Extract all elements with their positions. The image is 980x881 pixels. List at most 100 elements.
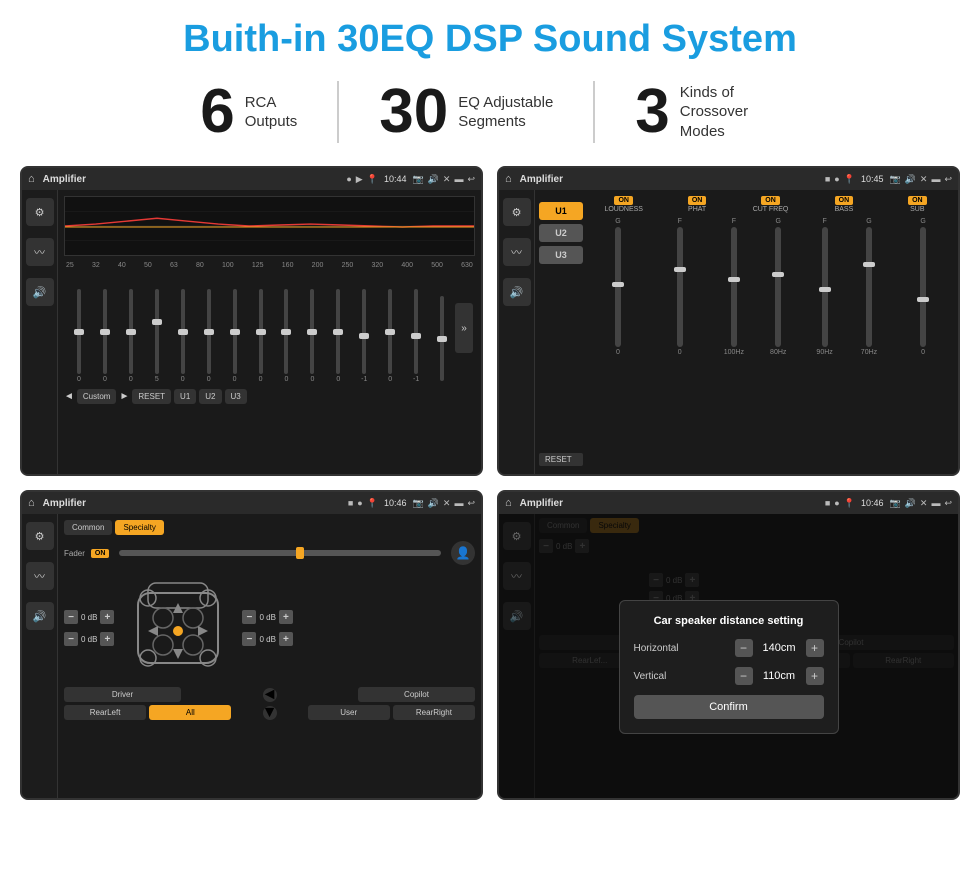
eq-slider-125[interactable]: 0 [248,289,274,383]
rearleft-btn[interactable]: RearLeft [64,705,146,720]
all-btn[interactable]: All [149,705,231,720]
eq-slider-50[interactable]: 5 [144,289,170,383]
volume-icon-4: 🔊 [905,498,916,509]
minimize-icon[interactable]: ▬ [454,174,463,184]
topbar-time-3: 10:46 [384,498,407,508]
reset-btn[interactable]: RESET [132,389,171,404]
home-icon-3[interactable]: ⌂ [28,497,35,509]
eq-slider-63[interactable]: 0 [170,289,196,383]
back-icon[interactable]: ↩ [467,174,475,185]
eq-slider-400[interactable]: 0 [377,289,403,383]
back-icon-4[interactable]: ↩ [944,498,952,509]
close-icon-3[interactable]: ✕ [443,498,451,509]
common-tab[interactable]: Common [64,520,112,535]
pin-icon: 📍 [367,174,378,185]
fader-sidebar-btn1[interactable]: ⚙ [26,522,54,550]
home-icon-4[interactable]: ⌂ [505,497,512,509]
eq-slider-250[interactable]: 0 [325,289,351,383]
topbar-time-2: 10:45 [861,174,884,184]
stats-row: 6 RCAOutputs 30 EQ AdjustableSegments 3 … [0,71,980,158]
minimize-icon-3[interactable]: ▬ [454,498,463,508]
stat-rca-label: RCAOutputs [245,93,298,132]
record-icon-2: ■ [825,174,830,184]
fader-sidebar-btn2[interactable]: 〰 [26,562,54,590]
eq-slider-630[interactable] [429,296,455,383]
close-icon[interactable]: ✕ [443,174,451,185]
fader-on-badge[interactable]: ON [91,549,110,558]
minimize-icon-4[interactable]: ▬ [931,498,940,508]
rearright-btn[interactable]: RearRight [393,705,475,720]
topbar-title-2: Amplifier [520,174,821,185]
rl-minus[interactable]: − [64,632,78,646]
eq-bottom-bar: ◄ Custom ► RESET U1 U2 U3 [64,389,475,404]
u2-btn[interactable]: U2 [199,389,221,404]
horizontal-value: 140cm [757,642,802,654]
rr-plus[interactable]: + [279,632,293,646]
eq-slider-40[interactable]: 0 [118,289,144,383]
fader-knob[interactable]: 👤 [451,541,475,565]
eq-sidebar-btn1[interactable]: ⚙ [26,198,54,226]
rr-minus[interactable]: − [242,632,256,646]
u1-btn[interactable]: U1 [174,389,196,404]
close-icon-2[interactable]: ✕ [920,174,928,185]
u3-button[interactable]: U3 [539,246,583,264]
eq-slider-200[interactable]: 0 [299,289,325,383]
eq-slider-500[interactable]: -1 [403,289,429,383]
topbar-title-4: Amplifier [520,498,821,509]
eq-slider-160[interactable]: 0 [274,289,300,383]
specialty-tab[interactable]: Specialty [115,520,163,535]
left-arrow-btn[interactable]: ◄ [263,688,277,702]
eq-sidebar-btn3[interactable]: 🔊 [26,278,54,306]
phat-on[interactable]: ON [688,196,707,205]
eq-sidebar-btn2[interactable]: 〰 [26,238,54,266]
down-arrow-btn[interactable]: ▼ [263,706,277,720]
eq-slider-25[interactable]: 0 [66,289,92,383]
amp2-sidebar-btn3[interactable]: 🔊 [503,278,531,306]
home-icon[interactable]: ⌂ [28,173,35,185]
fr-minus[interactable]: − [242,610,256,624]
u1-button[interactable]: U1 [539,202,583,220]
sub-on[interactable]: ON [908,196,927,205]
back-icon-2[interactable]: ↩ [944,174,952,185]
horizontal-plus[interactable]: + [806,639,824,657]
back-icon-3[interactable]: ↩ [467,498,475,509]
fl-plus[interactable]: + [100,610,114,624]
fader-row: Fader ON 👤 [64,541,475,565]
pin-icon-3: 📍 [367,498,378,509]
u3-btn[interactable]: U3 [225,389,247,404]
horizontal-control: − 140cm + [735,639,824,657]
loudness-on[interactable]: ON [614,196,633,205]
eq-slider-100[interactable]: 0 [222,289,248,383]
horizontal-minus[interactable]: − [735,639,753,657]
prev-btn[interactable]: ◄ [64,391,74,402]
rl-db-value: 0 dB [81,635,97,644]
cutfreq-on[interactable]: ON [761,196,780,205]
topbar-time-1: 10:44 [384,174,407,184]
eq-slider-320[interactable]: -1 [351,289,377,383]
fader-sidebar-btn3[interactable]: 🔊 [26,602,54,630]
expand-btn[interactable]: » [455,303,473,353]
amp2-reset-btn[interactable]: RESET [539,453,583,466]
confirm-button[interactable]: Confirm [634,695,824,719]
driver-btn[interactable]: Driver [64,687,181,702]
rl-plus[interactable]: + [100,632,114,646]
close-icon-4[interactable]: ✕ [920,498,928,509]
copilot-btn[interactable]: Copilot [358,687,475,702]
home-icon-2[interactable]: ⌂ [505,173,512,185]
amp2-sidebar-btn2[interactable]: 〰 [503,238,531,266]
fl-minus[interactable]: − [64,610,78,624]
eq-slider-80[interactable]: 0 [196,289,222,383]
minimize-icon-2[interactable]: ▬ [931,174,940,184]
record-icon-4: ■ [825,498,830,508]
amp2-sidebar-btn1[interactable]: ⚙ [503,198,531,226]
topbar-title-1: Amplifier [43,174,343,185]
next-btn[interactable]: ► [119,391,129,402]
u2-button[interactable]: U2 [539,224,583,242]
vertical-plus[interactable]: + [806,667,824,685]
fr-plus[interactable]: + [279,610,293,624]
camera-icon-2: 📷 [889,174,900,185]
vertical-minus[interactable]: − [735,667,753,685]
bass-on[interactable]: ON [835,196,854,205]
user-btn[interactable]: User [308,705,390,720]
eq-slider-32[interactable]: 0 [92,289,118,383]
